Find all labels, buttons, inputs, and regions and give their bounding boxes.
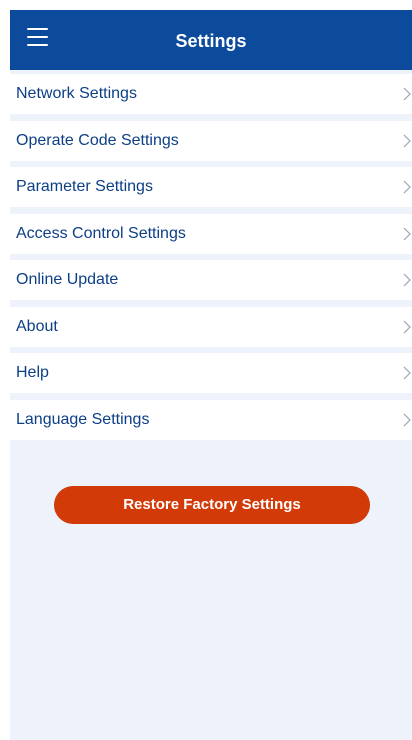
menu-item-label: Language Settings bbox=[16, 410, 150, 428]
restore-factory-settings-button[interactable]: Restore Factory Settings bbox=[54, 485, 370, 524]
chevron-right-icon bbox=[403, 134, 411, 147]
menu-item-language-settings[interactable]: Language Settings bbox=[10, 399, 412, 440]
menu-item-label: Help bbox=[16, 364, 49, 381]
menu-item-online-update[interactable]: Online Update bbox=[10, 260, 412, 300]
menu-item-label: Operate Code Settings bbox=[16, 131, 179, 149]
menu-item-label: About bbox=[16, 317, 58, 335]
menu-item-access-control-settings[interactable]: Access Control Settings bbox=[10, 213, 412, 254]
settings-screen: Settings Network Settings Operate Code S… bbox=[10, 10, 412, 740]
chevron-right-icon bbox=[403, 320, 411, 333]
chevron-right-icon bbox=[403, 273, 411, 287]
chevron-right-icon bbox=[403, 180, 411, 194]
menu-item-help[interactable]: Help bbox=[10, 353, 412, 393]
menu-item-network-settings[interactable]: Network Settings bbox=[10, 74, 412, 114]
hamburger-menu-icon[interactable] bbox=[27, 28, 48, 46]
chevron-right-icon bbox=[403, 366, 411, 380]
restore-section: Restore Factory Settings bbox=[10, 485, 412, 524]
app-header: Settings bbox=[10, 10, 412, 70]
menu-item-label: Online Update bbox=[16, 271, 119, 288]
menu-item-parameter-settings[interactable]: Parameter Settings bbox=[10, 167, 412, 207]
menu-item-about[interactable]: About bbox=[10, 306, 412, 347]
page-title: Settings bbox=[175, 30, 247, 51]
menu-item-label: Parameter Settings bbox=[16, 178, 153, 195]
menu-item-label: Network Settings bbox=[16, 85, 137, 102]
chevron-right-icon bbox=[403, 87, 411, 101]
settings-list: Network Settings Operate Code Settings P… bbox=[10, 74, 412, 440]
chevron-right-icon bbox=[403, 227, 411, 240]
menu-item-label: Access Control Settings bbox=[16, 224, 186, 242]
chevron-right-icon bbox=[403, 413, 411, 426]
menu-item-operate-code-settings[interactable]: Operate Code Settings bbox=[10, 120, 412, 161]
